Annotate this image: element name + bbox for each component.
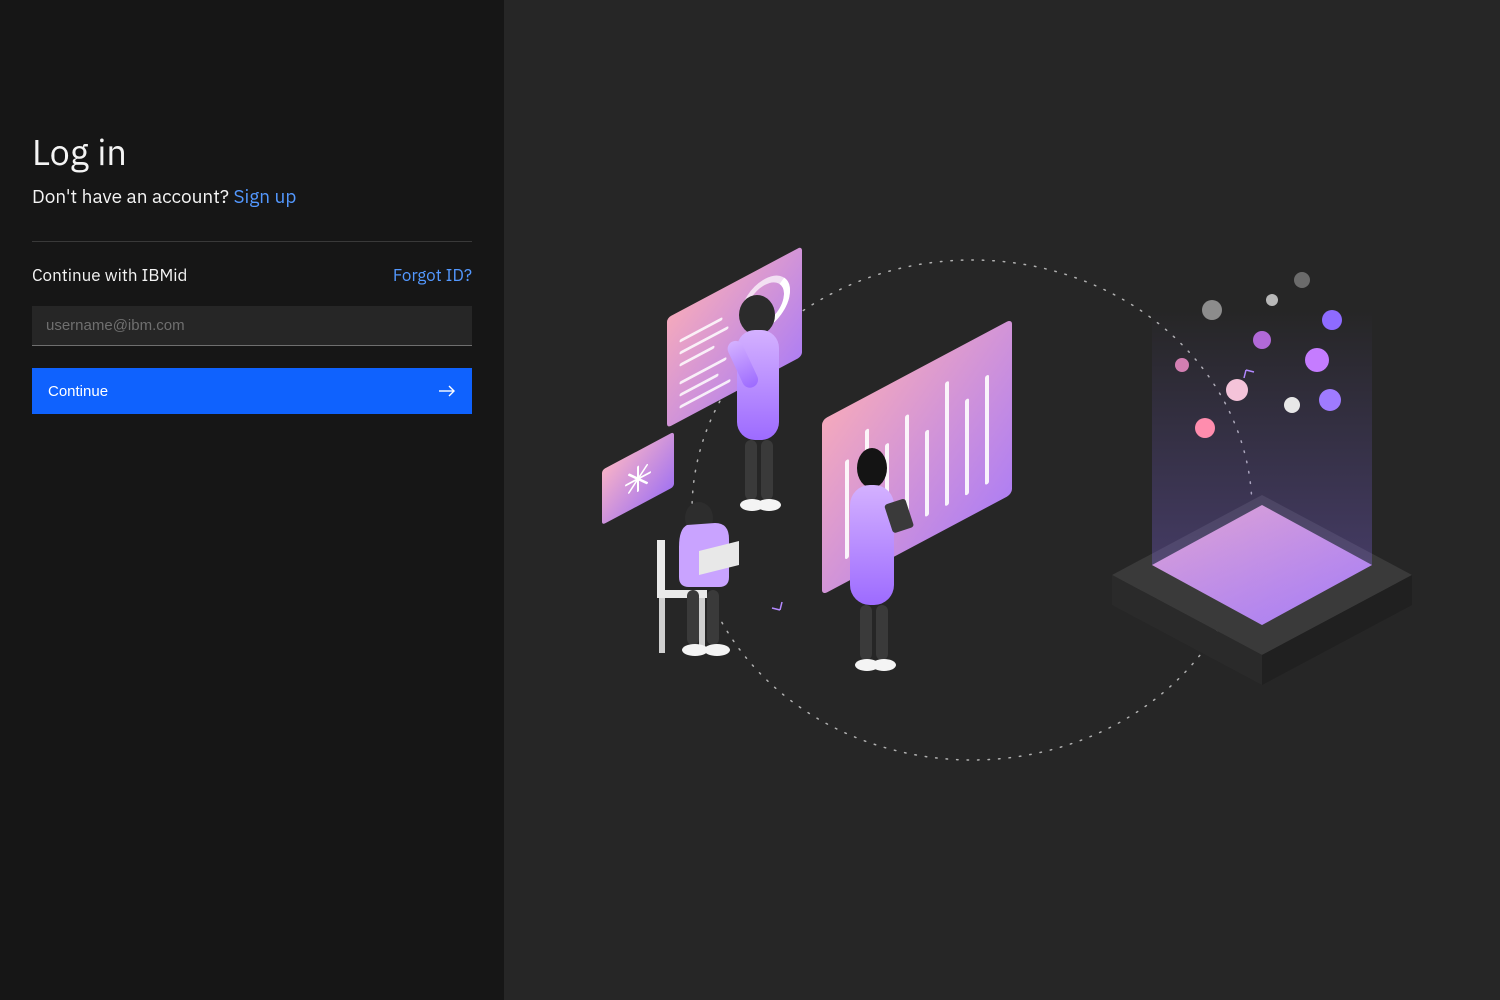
continue-with-label: Continue with IBMid xyxy=(32,264,187,286)
login-screen: Log in Don't have an account? Sign up Co… xyxy=(0,0,1500,1000)
continue-button-label: Continue xyxy=(48,383,108,400)
divider xyxy=(32,241,472,242)
continue-button[interactable]: Continue xyxy=(32,368,472,414)
email-input[interactable] xyxy=(32,306,472,346)
login-form-panel: Log in Don't have an account? Sign up Co… xyxy=(0,0,504,1000)
illustration-panel xyxy=(504,0,1500,1000)
signup-prompt: Don't have an account? Sign up xyxy=(32,185,472,209)
no-account-text: Don't have an account? xyxy=(32,185,233,209)
arrow-right-icon xyxy=(438,384,456,398)
hero-illustration xyxy=(572,190,1432,810)
continue-with-row: Continue with IBMid Forgot ID? xyxy=(32,264,472,286)
page-title: Log in xyxy=(32,128,472,175)
forgot-id-link[interactable]: Forgot ID? xyxy=(393,264,472,286)
sign-up-link[interactable]: Sign up xyxy=(233,185,296,209)
